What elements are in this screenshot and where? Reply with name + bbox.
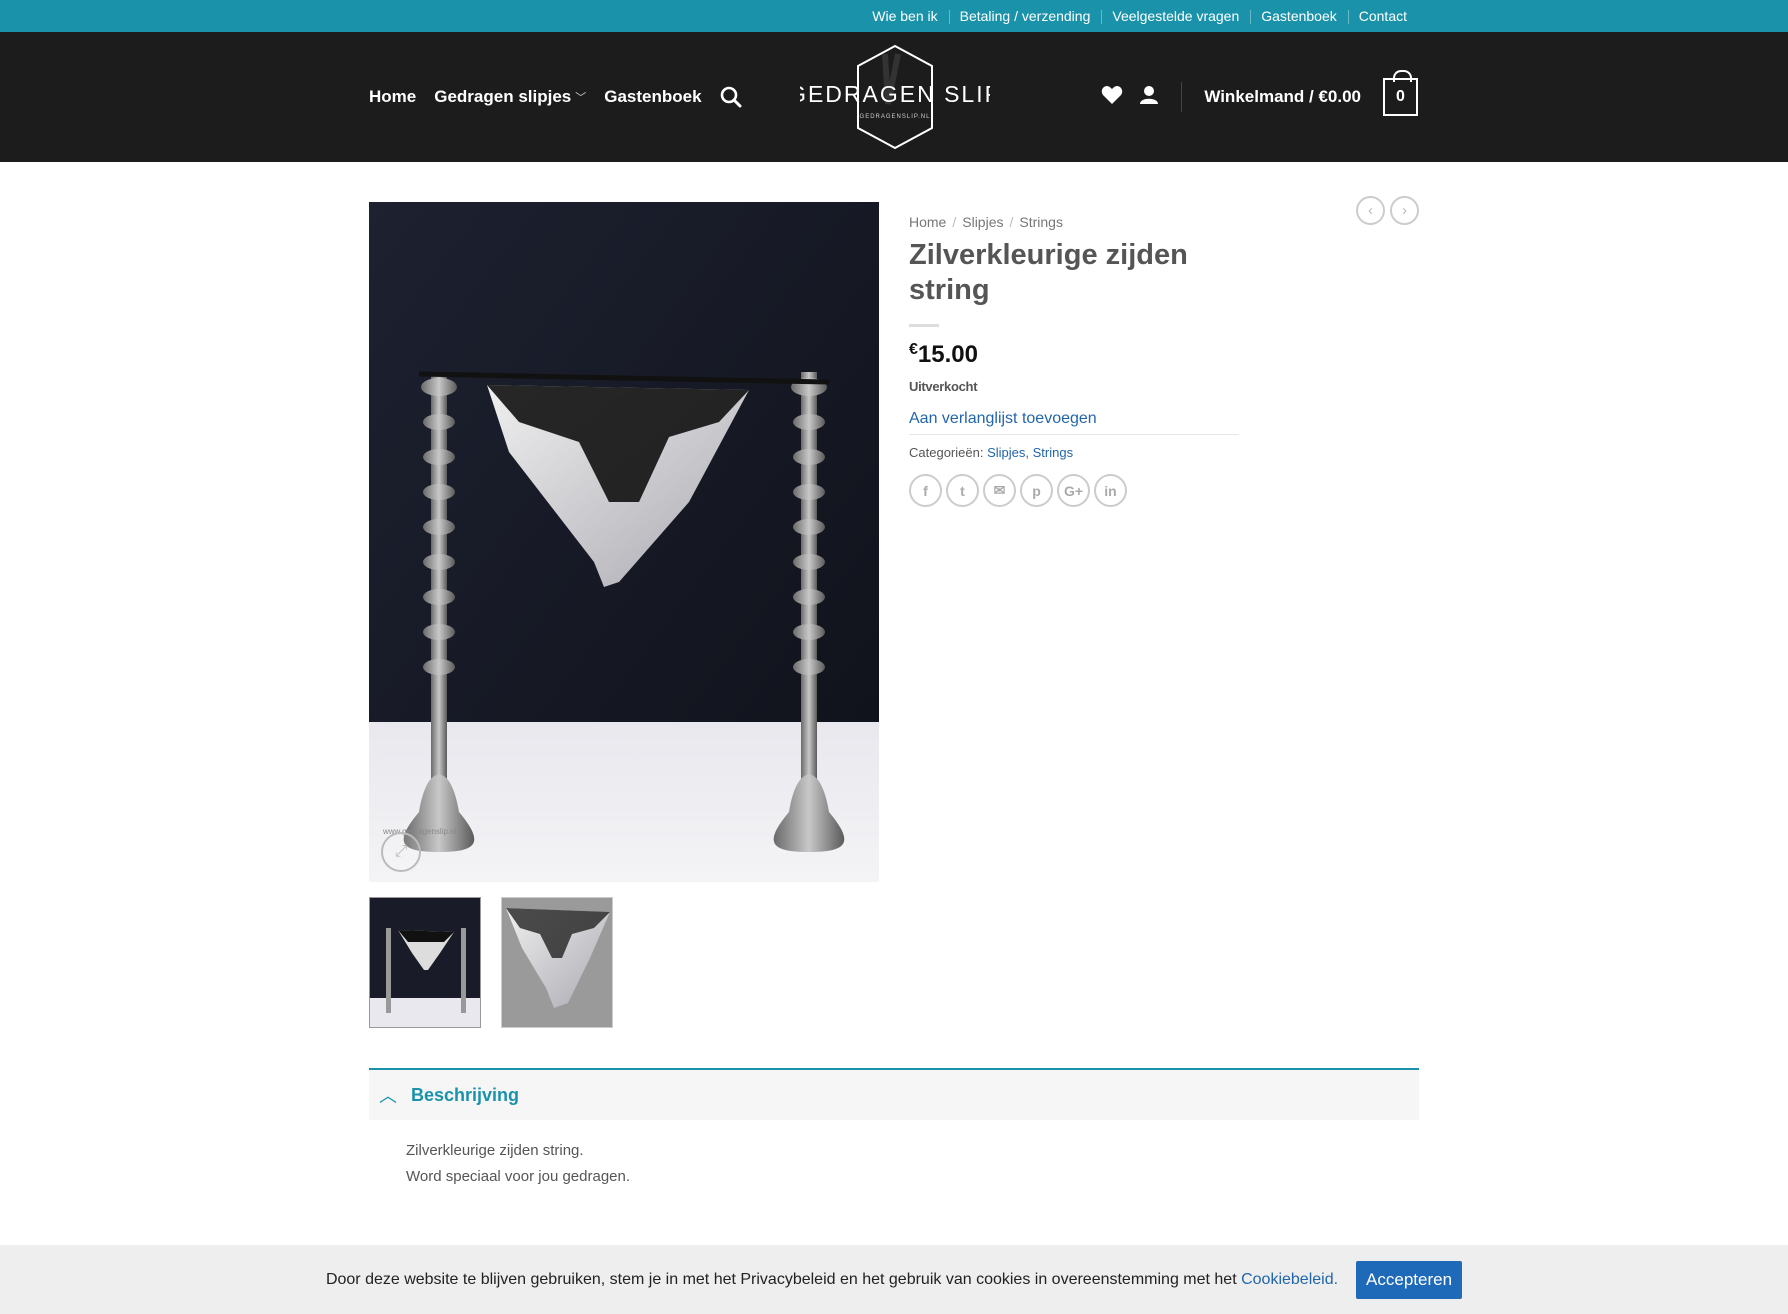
next-product-button[interactable]: › <box>1390 196 1419 225</box>
nav-gastenboek[interactable]: Gastenboek <box>604 87 701 107</box>
stock-status: Uitverkocht <box>909 379 978 394</box>
category-link-strings[interactable]: Strings <box>1033 445 1073 460</box>
zoom-icon[interactable]: ⤢ <box>381 832 421 872</box>
nav-gedragen-slipjes-label: Gedragen slipjes <box>434 87 572 106</box>
twitter-icon[interactable]: t <box>946 474 979 507</box>
share-icons: f t ✉ p G+ in <box>909 474 1239 507</box>
description-line-1: Zilverkleurige zijden string. <box>406 1142 584 1159</box>
header-actions: Winkelmand / €0.00 0 <box>1101 32 1418 162</box>
categories-label: Categorieën: <box>909 445 984 460</box>
user-icon[interactable] <box>1139 85 1159 110</box>
email-icon[interactable]: ✉ <box>983 474 1016 507</box>
linkedin-icon[interactable]: in <box>1094 474 1127 507</box>
price-currency: € <box>909 341 918 358</box>
product-pager: ‹ › <box>1356 196 1419 225</box>
product-categories: Categorieën: Slipjes, Strings <box>909 445 1074 460</box>
breadcrumb: Home / Slipjes / Strings <box>909 214 1063 230</box>
product-description: Zilverkleurige zijden string. Word speci… <box>406 1138 630 1190</box>
topbar-link-betaling[interactable]: Betaling / verzending <box>948 8 1102 24</box>
logo-subtext: GEDRAGENSLIP.NL <box>860 114 931 120</box>
title-divider <box>909 324 939 327</box>
description-line-2: Word speciaal voor jou gedragen. <box>406 1168 631 1185</box>
product-title: Zilverkleurige zijden string <box>909 239 1188 306</box>
pinterest-icon[interactable]: p <box>1020 474 1053 507</box>
nav-home[interactable]: Home <box>369 87 416 107</box>
product-info: Home / Slipjes / Strings Zilverkleurige zijd… <box>909 202 1239 507</box>
cart-link[interactable]: Winkelmand / €0.00 <box>1204 87 1361 107</box>
product-price: €15.00 <box>909 341 1239 369</box>
previous-product-button[interactable]: ‹ <box>1356 196 1385 225</box>
cookie-banner: Door deze website te blijven gebruiken, … <box>0 1245 1788 1314</box>
breadcrumb-home[interactable]: Home <box>909 214 946 230</box>
topbar-link-faq[interactable]: Veelgestelde vragen <box>1101 8 1250 24</box>
nav-gedragen-slipjes[interactable]: Gedragen slipjes ﹀ <box>434 87 586 107</box>
thumbnail-2[interactable] <box>501 897 613 1028</box>
price-amount: 15.00 <box>917 341 978 368</box>
chevron-down-icon: ﹀ <box>575 92 587 104</box>
add-to-wishlist-link[interactable]: Aan verlanglijst toevoegen <box>909 410 1239 435</box>
thumbnail-1[interactable] <box>369 897 481 1028</box>
cookie-message: Door deze website te blijven gebruiken, … <box>325 1270 1237 1288</box>
topbar-link-wie-ben-ik[interactable]: Wie ben ik <box>861 8 948 24</box>
thumbnail-strip <box>369 897 613 1028</box>
chevron-up-icon: ︿ <box>379 1086 397 1106</box>
topbar-link-gastenboek[interactable]: Gastenboek <box>1250 8 1348 24</box>
breadcrumb-strings[interactable]: Strings <box>1019 214 1063 230</box>
tab-beschrijving-label: Beschrijving <box>411 1084 520 1105</box>
tab-beschrijving[interactable]: ︿ Beschrijving <box>369 1068 1419 1120</box>
header-divider <box>1181 82 1183 112</box>
cart-count-badge[interactable]: 0 <box>1383 70 1418 116</box>
main-nav: Home Gedragen slipjes ﹀ Gastenboek <box>369 32 742 162</box>
accept-cookies-button[interactable]: Accepteren <box>1356 1260 1463 1299</box>
cookie-text: Door deze website te blijven gebruiken, … <box>326 1271 1338 1289</box>
cookie-policy-link[interactable]: Cookiebeleid. <box>1241 1271 1338 1288</box>
site-header: Home Gedragen slipjes ﹀ Gastenboek GEDRA… <box>0 32 1788 162</box>
google-plus-icon[interactable]: G+ <box>1057 474 1090 507</box>
product-gallery: www.gedragenslip.nl ⤢ <box>369 202 879 1028</box>
category-link-slipjes[interactable]: Slipjes <box>987 445 1025 460</box>
heart-icon[interactable] <box>1101 85 1123 110</box>
site-logo[interactable]: GEDRAGEN SLIP GEDRAGENSLIP.NL <box>788 44 1000 150</box>
facebook-icon[interactable]: f <box>909 474 942 507</box>
product-image[interactable]: www.gedragenslip.nl ⤢ <box>369 202 879 882</box>
search-icon[interactable] <box>720 86 742 108</box>
top-bar: Wie ben ik Betaling / verzending Veelges… <box>0 0 1788 32</box>
logo-text: GEDRAGEN SLIP <box>800 81 990 107</box>
breadcrumb-slipjes[interactable]: Slipjes <box>962 214 1003 230</box>
topbar-link-contact[interactable]: Contact <box>1347 8 1418 24</box>
